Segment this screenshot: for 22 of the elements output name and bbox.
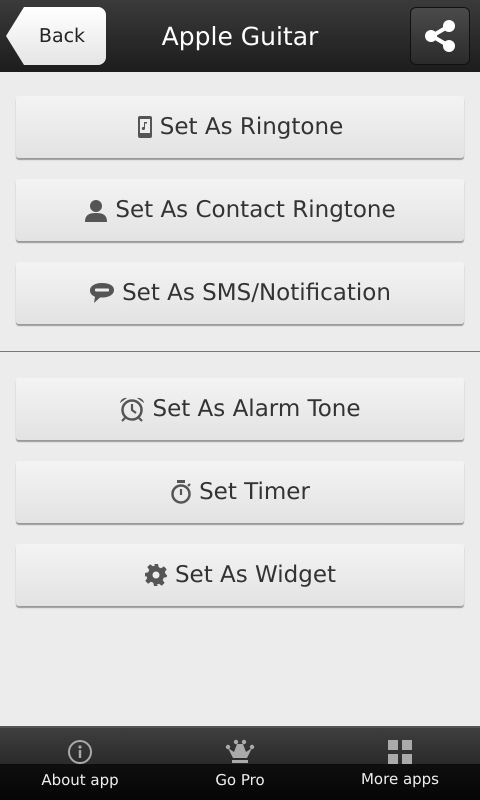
phone-icon	[136, 115, 153, 139]
action-button[interactable]: Set As Widget	[16, 544, 464, 606]
bottom-tab[interactable]: About app	[0, 728, 160, 800]
alarm-clock-icon	[119, 396, 146, 422]
action-button[interactable]: Set As Contact Ringtone	[16, 179, 464, 241]
bottom-tab[interactable]: More apps	[320, 728, 480, 800]
action-button[interactable]: Set Timer	[16, 461, 464, 523]
action-button[interactable]: Set As Alarm Tone	[16, 378, 464, 440]
share-icon	[422, 18, 458, 54]
gear-icon	[144, 563, 168, 587]
action-button[interactable]: Set As SMS/Notification	[16, 262, 464, 324]
back-button[interactable]: Back	[6, 7, 106, 65]
action-button[interactable]: Set As Ringtone	[16, 96, 464, 158]
info-icon	[67, 739, 93, 765]
share-button[interactable]	[410, 7, 470, 65]
stopwatch-icon	[170, 479, 192, 505]
grid-icon	[388, 740, 412, 764]
bottom-tab[interactable]: Go Pro	[160, 728, 320, 800]
person-icon	[84, 198, 108, 222]
crown-icon	[225, 739, 255, 765]
speech-bubble-icon	[89, 282, 116, 304]
screen-title: Apple Guitar	[160, 22, 320, 50]
